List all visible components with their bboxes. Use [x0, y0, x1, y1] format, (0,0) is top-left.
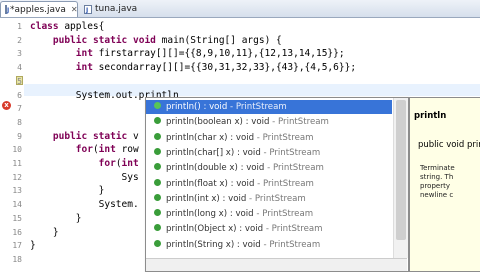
close-icon[interactable]: ✕ [71, 2, 78, 18]
autocomplete-item[interactable]: println(long x) : void - PrintStream [146, 207, 392, 221]
line-number: 9 [17, 131, 22, 141]
declaring-type: PrintStream [272, 163, 324, 174]
autocomplete-item[interactable]: println() : void - PrintStream [146, 100, 392, 114]
autocomplete-item[interactable]: println(char x) : void - PrintStream [146, 131, 392, 145]
autocomplete-item[interactable]: println(int x) : void - PrintStream [146, 192, 392, 206]
method-signature: println(double x) : void [166, 163, 265, 174]
public-method-icon [154, 209, 161, 217]
line-number: 3 [17, 49, 22, 59]
code-line[interactable]: for(int row [30, 144, 139, 155]
popup-scrollbar[interactable] [393, 98, 408, 258]
method-signature: println(boolean x) : void [166, 117, 270, 128]
declaring-type: PrintStream [262, 132, 314, 143]
javadoc-line: Terminate [420, 164, 455, 172]
public-method-icon [154, 132, 161, 140]
autocomplete-item[interactable]: println(Object x) : void - PrintStream [146, 222, 392, 236]
tab-tuna-java[interactable]: tuna.java [80, 1, 142, 19]
method-signature: println() : void [166, 102, 228, 112]
code-line[interactable]: for(int [30, 158, 139, 169]
declaring-type: PrintStream [269, 147, 321, 158]
public-method-icon [154, 193, 161, 201]
line-number: 14 [12, 200, 22, 210]
code-line[interactable]: public static void main(String[] args) { [30, 35, 282, 46]
declaring-type: PrintStream [262, 178, 314, 189]
autocomplete-item[interactable]: println(double x) : void - PrintStream [146, 161, 392, 175]
line-number: 4 [17, 63, 22, 73]
code-line[interactable]: } [30, 227, 59, 238]
declaring-type: PrintStream [278, 117, 329, 128]
public-method-icon [154, 163, 161, 171]
separator: - [253, 209, 263, 220]
public-method-icon [154, 239, 161, 247]
method-signature: println(char x) : void [166, 132, 255, 143]
editor-tab-bar: *apples.java ✕ tuna.java [0, 0, 480, 19]
javadoc-line: property [420, 182, 450, 190]
separator: - [227, 102, 236, 112]
public-method-icon [154, 102, 161, 109]
code-line[interactable]: } [30, 185, 105, 196]
autocomplete-item[interactable]: println(float x) : void - PrintStream [146, 177, 392, 191]
line-number: 13 [12, 186, 22, 196]
method-signature: println(long x) : void [166, 209, 254, 220]
java-file-icon [84, 3, 92, 19]
javadoc-description: Terminate string. Th property newline c [420, 164, 480, 200]
autocomplete-item[interactable]: println(boolean x) : void - PrintStream [146, 115, 392, 129]
line-number: 1 [17, 22, 22, 31]
declaring-type: PrintStream [262, 209, 314, 220]
popup-footer [146, 258, 407, 271]
tab-apples-java[interactable]: *apples.java ✕ [0, 1, 78, 19]
code-line[interactable]: } [30, 213, 82, 224]
line-number: 16 [12, 227, 22, 237]
public-method-icon [154, 224, 161, 232]
separator: - [254, 132, 263, 143]
declaring-type: PrintStream [271, 224, 323, 235]
separator: - [269, 117, 279, 128]
code-line[interactable]: System. [30, 199, 139, 210]
javadoc-signature: public void println() [418, 140, 480, 150]
line-number: 5 [17, 76, 22, 86]
code-line[interactable]: int secondarray[][]={{30,31,32,33},{43},… [30, 62, 356, 73]
code-line[interactable]: public static v [30, 131, 139, 142]
javadoc-line: string. Th [420, 173, 454, 181]
method-signature: println(char[] x) : void [166, 147, 261, 158]
line-number: 8 [17, 117, 22, 127]
separator: - [246, 193, 255, 204]
java-file-icon [5, 3, 9, 19]
scrollbar-thumb[interactable] [396, 100, 406, 240]
line-number: 12 [12, 172, 22, 182]
code-line[interactable]: class apples{ [30, 21, 104, 32]
line-number: 15 [12, 213, 22, 223]
public-method-icon [154, 147, 161, 155]
line-number: 10 [12, 145, 22, 155]
line-number: 17 [12, 241, 22, 251]
method-signature: println(float x) : void [166, 178, 255, 189]
code-line[interactable]: } [30, 240, 36, 251]
javadoc-line: newline c [420, 191, 454, 199]
declaring-type: PrintStream [269, 239, 321, 250]
line-number: 11 [12, 159, 22, 168]
public-method-icon [154, 117, 161, 125]
code-line[interactable]: int firstarray[][]={{8,9,10,11},{12,13,1… [30, 48, 345, 59]
javadoc-title: println [414, 111, 447, 121]
separator: - [254, 178, 263, 189]
line-number: 18 [12, 254, 22, 264]
line-number: 7 [17, 104, 22, 114]
public-method-icon [154, 178, 161, 186]
declaring-type: PrintStream [254, 193, 306, 204]
code-line[interactable]: Sys [30, 172, 139, 183]
method-signature: println(Object x) : void [166, 224, 264, 235]
tab-label: tuna.java [95, 4, 138, 14]
autocomplete-item[interactable]: println(char[] x) : void - PrintStream [146, 146, 392, 160]
declaring-type: PrintStream [235, 102, 287, 112]
line-number: 6 [17, 90, 22, 100]
separator: - [264, 163, 273, 174]
autocomplete-item[interactable]: println(String x) : void - PrintStream [146, 238, 392, 252]
line-number: 2 [17, 35, 22, 45]
separator: - [263, 224, 272, 235]
javadoc-tooltip: println public void println() Terminate … [409, 97, 480, 272]
autocomplete-popup: println() : void - PrintStream println(bo… [145, 97, 409, 272]
method-signature: println(int x) : void [166, 193, 247, 204]
tab-label: *apples.java [10, 4, 66, 15]
method-signature: println(String x) : void [166, 239, 261, 250]
